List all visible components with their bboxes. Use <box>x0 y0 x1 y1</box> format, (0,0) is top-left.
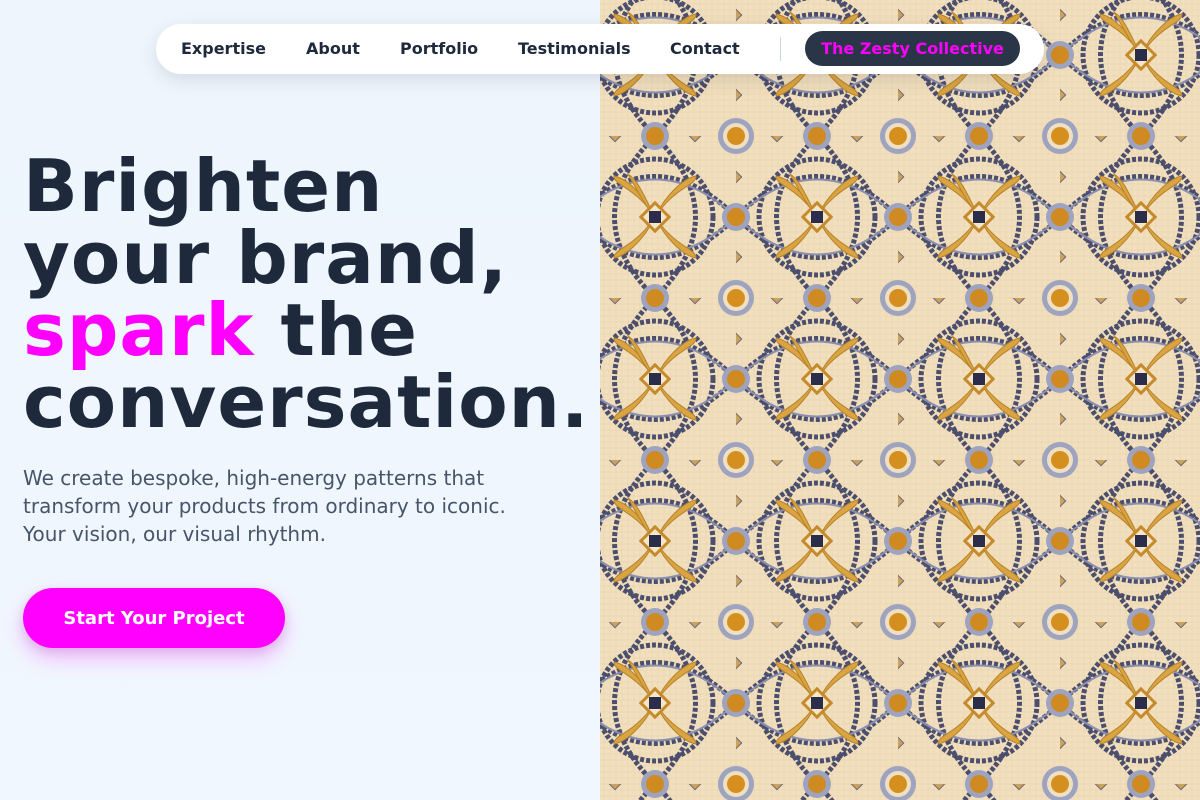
nav-link-testimonials[interactable]: Testimonials <box>518 39 631 58</box>
nav-link-expertise[interactable]: Expertise <box>181 39 266 58</box>
hero-subtext: We create bespoke, high-energy patterns … <box>23 466 506 546</box>
hero-headline: Brighten your brand, spark the conversat… <box>23 150 603 438</box>
top-navigation: Expertise About Portfolio Testimonials C… <box>156 24 1044 74</box>
headline-line-4: conversation. <box>23 360 590 444</box>
headline-line-2: your brand, <box>23 216 509 300</box>
mosaic-pattern-image <box>600 0 1200 800</box>
headline-line-3: spark the <box>23 294 603 366</box>
nav-divider <box>780 37 781 61</box>
start-project-button[interactable]: Start Your Project <box>23 588 285 648</box>
nav-link-about[interactable]: About <box>306 39 360 58</box>
brand-cta-button[interactable]: The Zesty Collective <box>805 31 1020 66</box>
nav-link-portfolio[interactable]: Portfolio <box>400 39 478 58</box>
headline-line-1: Brighten <box>23 144 384 228</box>
nav-link-contact[interactable]: Contact <box>670 39 740 58</box>
